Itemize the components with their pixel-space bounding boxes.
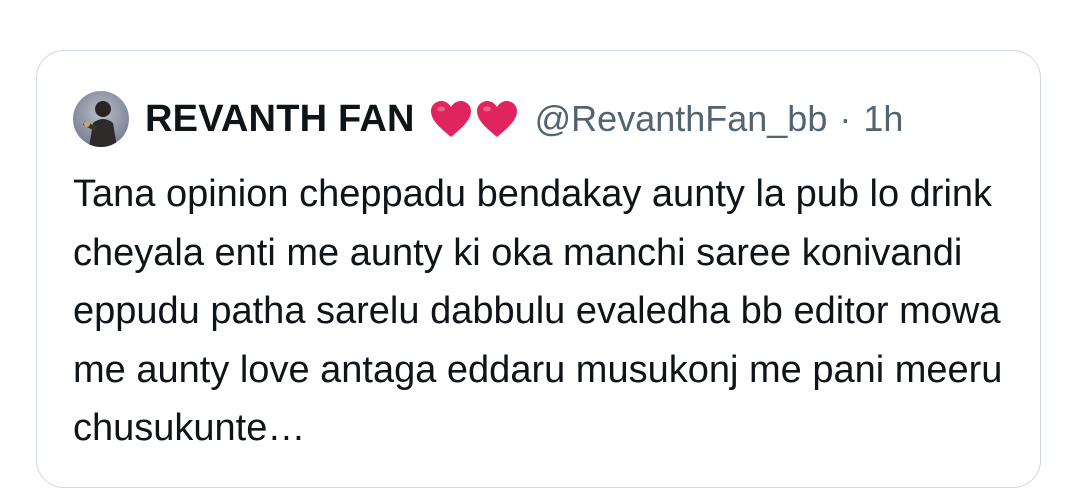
heart-icon — [429, 99, 473, 139]
tweet-text: Tana opinion cheppadu bendakay aunty la … — [73, 173, 1003, 449]
avatar[interactable] — [73, 91, 129, 147]
emoji-group — [429, 99, 519, 139]
heart-icon — [475, 99, 519, 139]
quoted-tweet-card[interactable]: REVANTH FAN @RevanthFan_bb · 1h Tana opi… — [36, 50, 1041, 488]
separator-dot: · — [839, 98, 852, 139]
tweet-header: REVANTH FAN @RevanthFan_bb · 1h — [73, 91, 903, 147]
display-name[interactable]: REVANTH FAN — [145, 98, 415, 141]
timestamp[interactable]: 1h — [863, 98, 903, 140]
user-handle[interactable]: @RevanthFan_bb — [535, 98, 828, 140]
